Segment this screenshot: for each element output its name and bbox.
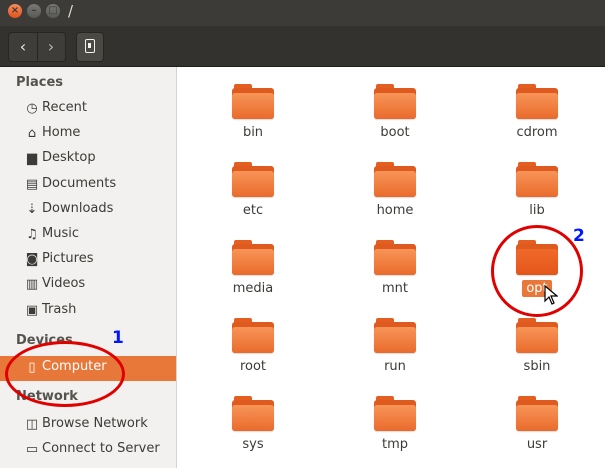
folder-icon bbox=[374, 237, 416, 275]
folder-label: run bbox=[384, 359, 406, 374]
network-icon: ◫ bbox=[25, 417, 39, 432]
forward-button[interactable]: › bbox=[37, 33, 65, 61]
folder-icon bbox=[374, 159, 416, 197]
sidebar-item-label: Browse Network bbox=[42, 416, 148, 431]
sidebar-item-label: Pictures bbox=[42, 251, 94, 267]
folder-icon bbox=[374, 393, 416, 431]
folder-usr[interactable]: usr bbox=[496, 393, 576, 465]
folder-label: lib bbox=[529, 203, 545, 218]
folder-icon bbox=[232, 315, 274, 353]
sidebar-item-trash[interactable]: ▣ Trash bbox=[0, 299, 176, 324]
folder-icon bbox=[516, 393, 558, 431]
window-title: / bbox=[68, 2, 74, 20]
folder-home[interactable]: home bbox=[354, 159, 434, 231]
sidebar-item-label: Videos bbox=[42, 276, 86, 292]
server-icon: ▭ bbox=[25, 442, 39, 458]
close-window-button[interactable]: × bbox=[8, 4, 22, 18]
folder-bin[interactable]: bin bbox=[212, 81, 292, 153]
sidebar-item-desktop[interactable]: ▆ Desktop bbox=[0, 147, 176, 172]
sidebar-item-documents[interactable]: ▤ Documents bbox=[0, 173, 176, 198]
folder-lib[interactable]: lib bbox=[496, 159, 576, 231]
document-icon: ▤ bbox=[25, 176, 39, 192]
maximize-icon: □ bbox=[48, 5, 58, 16]
clock-icon: ◷ bbox=[26, 101, 38, 116]
sidebar-item-pictures[interactable]: ◙ Pictures bbox=[0, 248, 176, 273]
sidebar-item-videos[interactable]: ▥ Videos bbox=[0, 273, 176, 298]
folder-label: cdrom bbox=[516, 125, 558, 140]
folder-label: sys bbox=[242, 437, 264, 452]
desktop-icon: ▆ bbox=[27, 151, 37, 167]
sidebar-item-label: Music bbox=[42, 226, 79, 241]
folder-sbin[interactable]: sbin bbox=[496, 315, 576, 387]
back-button[interactable]: ‹ bbox=[9, 33, 38, 61]
folder-boot[interactable]: boot bbox=[354, 81, 434, 153]
folder-label: etc bbox=[242, 203, 264, 218]
folder-label: bin bbox=[242, 125, 264, 140]
drive-icon bbox=[85, 39, 95, 53]
folder-run[interactable]: run bbox=[354, 315, 434, 387]
annotation-number-1: 1 bbox=[112, 328, 124, 348]
sidebar-item-label: Connect to Server bbox=[42, 441, 160, 457]
sidebar-item-home[interactable]: ⌂ Home bbox=[0, 122, 176, 147]
maximize-window-button[interactable]: □ bbox=[46, 4, 60, 18]
folder-icon bbox=[232, 393, 274, 431]
sidebar-item-label: Home bbox=[42, 125, 81, 141]
folder-icon bbox=[516, 315, 558, 353]
close-icon: × bbox=[10, 5, 20, 16]
path-bar-root-button[interactable] bbox=[76, 32, 104, 62]
sidebar-item-browse-network[interactable]: ◫ Browse Network bbox=[0, 413, 176, 438]
sidebar-item-connect-to-server[interactable]: ▭ Connect to Server bbox=[0, 438, 176, 463]
folder-cdrom[interactable]: cdrom bbox=[496, 81, 576, 153]
folder-media[interactable]: media bbox=[212, 237, 292, 309]
folder-icon bbox=[232, 81, 274, 119]
chevron-left-icon: ‹ bbox=[19, 37, 27, 56]
annotation-circle-computer bbox=[5, 341, 125, 407]
sidebar-item-music[interactable]: ♫ Music bbox=[0, 223, 176, 248]
folder-label: tmp bbox=[381, 437, 408, 452]
folder-label: usr bbox=[526, 437, 548, 452]
sidebar-item-label: Desktop bbox=[42, 150, 96, 166]
title-bar: × – □ / bbox=[0, 0, 605, 26]
folder-icon bbox=[232, 159, 274, 197]
folder-etc[interactable]: etc bbox=[212, 159, 292, 231]
sidebar-item-label: Downloads bbox=[42, 200, 114, 216]
folder-sys[interactable]: sys bbox=[212, 393, 292, 465]
minimize-window-button[interactable]: – bbox=[27, 4, 41, 18]
folder-icon bbox=[374, 315, 416, 353]
folder-label: boot bbox=[380, 125, 410, 140]
places-header: Places bbox=[16, 75, 64, 90]
sidebar-item-label: Documents bbox=[42, 175, 117, 191]
folder-label: media bbox=[232, 281, 274, 296]
camera-icon: ◙ bbox=[25, 252, 39, 268]
music-icon: ♫ bbox=[26, 227, 38, 242]
trash-icon: ▣ bbox=[25, 302, 39, 318]
download-icon: ⇣ bbox=[26, 201, 38, 217]
folder-mnt[interactable]: mnt bbox=[354, 237, 434, 309]
folder-tmp[interactable]: tmp bbox=[354, 393, 434, 465]
folder-label: sbin bbox=[523, 359, 551, 374]
folder-label: mnt bbox=[382, 281, 408, 296]
sidebar-item-recent[interactable]: ◷ Recent bbox=[0, 97, 176, 122]
mouse-pointer-icon bbox=[544, 285, 558, 305]
home-icon: ⌂ bbox=[27, 126, 37, 142]
folder-icon bbox=[232, 237, 274, 275]
sidebar: Places ◷ Recent ⌂ Home ▆ Desktop ▤ Documents ⇣ Do… bbox=[0, 67, 177, 468]
annotation-number-2: 2 bbox=[573, 226, 585, 246]
navigation-buttons: ‹ › bbox=[8, 32, 66, 62]
folder-icon bbox=[374, 81, 416, 119]
chevron-right-icon: › bbox=[47, 37, 55, 56]
folder-icon bbox=[516, 159, 558, 197]
sidebar-item-label: Trash bbox=[42, 301, 77, 317]
toolbar: ‹ › bbox=[0, 26, 605, 67]
folder-icon bbox=[516, 81, 558, 119]
minimize-icon: – bbox=[31, 5, 37, 16]
folder-label: root bbox=[239, 359, 267, 374]
folder-label: home bbox=[376, 203, 414, 218]
film-icon: ▥ bbox=[25, 277, 39, 293]
folder-root[interactable]: root bbox=[212, 315, 292, 387]
sidebar-item-label: Recent bbox=[42, 100, 87, 115]
sidebar-item-downloads[interactable]: ⇣ Downloads bbox=[0, 198, 176, 223]
annotation-circle-opt bbox=[491, 225, 583, 317]
